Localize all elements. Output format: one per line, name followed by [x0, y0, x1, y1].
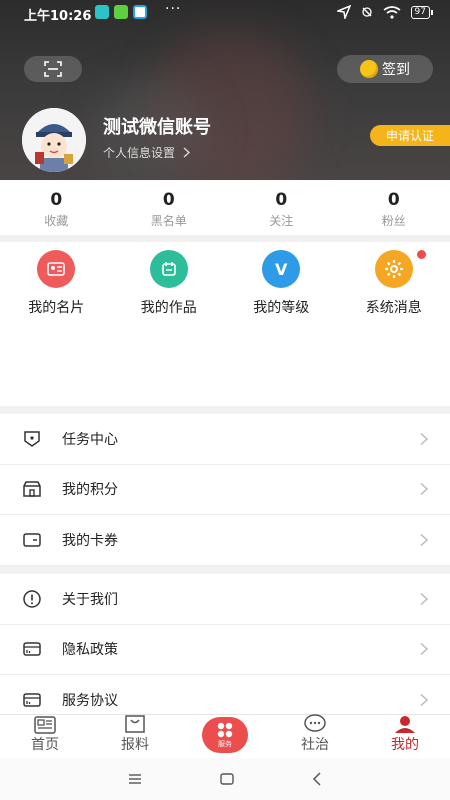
stat-value: 0 — [162, 190, 175, 210]
quick-item-label: 我的作品 — [140, 300, 197, 316]
menu-item-label: 服务协议 — [62, 692, 118, 709]
chevron-right-icon — [420, 533, 428, 546]
quick-item-level[interactable]: V 我的等级 — [225, 242, 338, 406]
tab-mine[interactable]: 我的 — [360, 715, 450, 758]
scan-button[interactable] — [24, 56, 82, 82]
menu-item-points[interactable]: 我的积分 — [0, 465, 450, 515]
menu-icon[interactable] — [128, 773, 142, 785]
info-icon — [22, 589, 42, 609]
chevron-right-icon — [183, 147, 191, 158]
gear-icon — [374, 250, 413, 288]
points-icon — [22, 479, 42, 499]
more-notifications-icon: ··· — [165, 1, 182, 17]
stat-followers[interactable]: 0 粉丝 — [338, 180, 450, 235]
stat-label: 关注 — [269, 214, 294, 228]
quick-item-business-card[interactable]: 我的名片 — [0, 242, 113, 406]
stat-value: 0 — [387, 190, 400, 210]
quick-menu: 我的名片 我的作品 V 我的等级 系统消息 — [0, 242, 450, 406]
stat-favorites[interactable]: 0 收藏 — [0, 180, 113, 235]
chat-icon — [304, 714, 326, 734]
unread-dot — [417, 250, 426, 259]
wifi-icon — [383, 5, 401, 19]
stat-value: 0 — [275, 190, 288, 210]
v-icon: V — [262, 250, 301, 288]
home-icon — [34, 715, 56, 734]
app-notification-icon — [114, 5, 128, 19]
battery-icon: 97 — [410, 5, 434, 19]
tab-label: 社治 — [301, 737, 329, 753]
home-button-icon[interactable] — [220, 773, 234, 785]
menu-item-label: 我的卡券 — [62, 532, 118, 549]
tab-community[interactable]: 社治 — [270, 714, 360, 758]
quick-item-system-messages[interactable]: 系统消息 — [338, 242, 450, 406]
menu-item-label: 任务中心 — [62, 431, 118, 448]
chevron-right-icon — [420, 432, 428, 445]
tab-home[interactable]: 首页 — [0, 715, 90, 758]
location-icon — [336, 5, 351, 19]
stat-blacklist[interactable]: 0 黑名单 — [113, 180, 226, 235]
works-icon — [149, 250, 188, 288]
stat-value: 0 — [50, 190, 63, 210]
apply-certification-button[interactable]: 申请认证 — [370, 125, 450, 146]
tab-label: 服务 — [218, 739, 232, 748]
app-notification-icon — [95, 5, 109, 19]
menu-group-about: 关于我们 隐私政策 服务协议 — [0, 574, 450, 714]
checkin-label: 签到 — [382, 62, 410, 78]
menu-item-service-agreement[interactable]: 服务协议 — [0, 675, 450, 714]
username: 测试微信账号 — [103, 117, 211, 138]
notification-icons — [95, 5, 147, 19]
chevron-right-icon — [420, 592, 428, 605]
back-icon[interactable] — [312, 772, 322, 786]
chevron-right-icon — [420, 693, 428, 706]
profile-settings-link[interactable]: 个人信息设置 — [103, 144, 191, 161]
quick-item-label: 我的等级 — [253, 300, 310, 316]
avatar-cartoon-icon — [22, 108, 86, 172]
tab-label: 我的 — [391, 737, 419, 753]
status-right: 97 — [336, 5, 434, 19]
task-icon — [22, 429, 42, 449]
stat-label: 粉丝 — [381, 214, 406, 228]
user-icon — [394, 714, 416, 734]
coupon-icon — [22, 530, 42, 550]
alarm-icon — [361, 7, 372, 17]
menu-item-label: 隐私政策 — [62, 642, 118, 659]
system-navigation-bar — [0, 758, 450, 800]
stat-following[interactable]: 0 关注 — [225, 180, 338, 235]
quick-item-label: 我的名片 — [28, 300, 85, 316]
coin-icon — [360, 60, 378, 78]
stat-label: 黑名单 — [150, 214, 187, 228]
menu-item-label: 关于我们 — [62, 591, 118, 608]
chevron-right-icon — [420, 643, 428, 656]
report-icon — [124, 714, 146, 734]
profile-header: 上午10:26 ··· 97 签到 测试微信账号 个人信息设置 申请认证 — [0, 0, 450, 180]
tab-label: 报料 — [121, 737, 149, 753]
privacy-icon — [22, 639, 42, 659]
tab-service[interactable]: 服务 — [180, 715, 270, 758]
status-time: 上午10:26 — [24, 9, 92, 24]
menu-item-task-center[interactable]: 任务中心 — [0, 414, 450, 465]
service-icon: 服务 — [202, 717, 248, 753]
tab-report[interactable]: 报料 — [90, 715, 180, 758]
checkin-button[interactable]: 签到 — [337, 55, 433, 83]
app-notification-icon — [133, 5, 147, 19]
quick-item-works[interactable]: 我的作品 — [113, 242, 226, 406]
menu-item-coupons[interactable]: 我的卡券 — [0, 515, 450, 566]
stat-label: 收藏 — [44, 214, 69, 228]
menu-item-about-us[interactable]: 关于我们 — [0, 574, 450, 625]
scan-icon — [44, 61, 62, 77]
status-bar: 上午10:26 ··· 97 — [0, 0, 450, 26]
avatar[interactable] — [22, 108, 86, 172]
tab-label: 首页 — [31, 737, 59, 753]
menu-item-label: 我的积分 — [62, 482, 118, 499]
bottom-tab-bar: 首页 报料 服务 社治 我的 — [0, 714, 450, 758]
chevron-right-icon — [420, 483, 428, 496]
card-icon — [37, 250, 76, 288]
menu-group-account: 任务中心 我的积分 我的卡券 — [0, 414, 450, 566]
stats-bar: 0 收藏 0 黑名单 0 关注 0 粉丝 — [0, 180, 450, 235]
profile-settings-label: 个人信息设置 — [103, 146, 176, 160]
menu-item-privacy-policy[interactable]: 隐私政策 — [0, 625, 450, 675]
quick-item-label: 系统消息 — [365, 300, 422, 316]
agreement-icon — [22, 690, 42, 710]
